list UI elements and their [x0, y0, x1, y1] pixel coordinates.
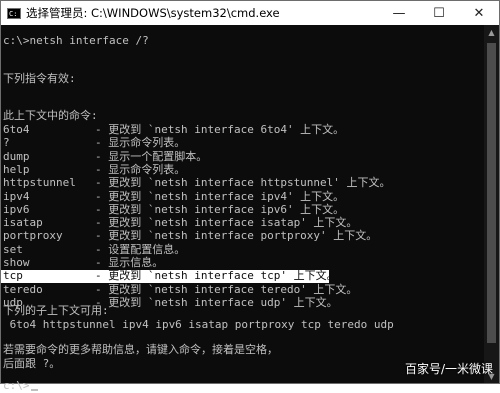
command-name: httpstunnel [3, 176, 76, 189]
command-name: ipv4 [3, 190, 30, 203]
command-name: dump [3, 150, 30, 163]
console-line-prompt-2: c:\> [3, 379, 38, 393]
vertical-scrollbar[interactable]: ▲ ▼ [484, 25, 499, 383]
command-description: - 显示命令列表。 [95, 163, 186, 176]
cmd-window: C: 选择管理员: C:\WINDOWS\system32\cmd.exe — … [0, 0, 500, 392]
console-output[interactable]: c:\>netsh interface /? 下列指令有效: 此上下文中的命令:… [1, 25, 485, 392]
command-name: portproxy [3, 229, 63, 242]
command-row[interactable]: httpstunnel - 更改到 `netsh interface httpst… [3, 176, 391, 190]
console-heading-subcontexts: 下列的子上下文可用: [3, 304, 109, 317]
command-row[interactable]: isatap - 更改到 `netsh interface isatap' 上下文… [3, 216, 357, 230]
command-description: - 更改到 `netsh interface udp' 上下文。 [95, 296, 338, 309]
command-description: - 更改到 `netsh interface ipv6' 上下文。 [95, 203, 345, 216]
command-description: - 更改到 `netsh interface 6to4' 上下文。 [95, 123, 345, 136]
command-name: teredo [3, 283, 43, 296]
window-controls: — ☐ ✕ [379, 1, 499, 25]
command-description: - 更改到 `netsh interface httpstunnel' 上下文。 [95, 176, 391, 189]
command-row[interactable]: ? - 显示命令列表。 [3, 136, 185, 150]
console-help-line-1: 若需要命令的更多帮助信息，请键入命令，接着是空格， [3, 343, 278, 356]
console-heading-commands: 此上下文中的命令: [3, 109, 98, 122]
command-name: show [3, 256, 30, 269]
command-row[interactable]: dump - 显示一个配置脚本。 [3, 150, 207, 164]
command-row[interactable]: ipv6 - 更改到 `netsh interface ipv6' 上下文。 [3, 203, 344, 217]
title-bar[interactable]: C: 选择管理员: C:\WINDOWS\system32\cmd.exe — … [1, 1, 499, 25]
prompt-text: c:\> [3, 379, 30, 392]
command-description: - 更改到 `netsh interface tcp' 上下文。 [95, 269, 338, 282]
window-title: 选择管理员: C:\WINDOWS\system32\cmd.exe [26, 6, 280, 20]
command-name: set [3, 243, 23, 256]
command-description: - 更改到 `netsh interface portproxy' 上下文。 [95, 229, 378, 242]
command-description: - 显示信息。 [95, 256, 164, 269]
minimize-button[interactable]: — [379, 1, 419, 25]
console-help-line-2: 后面跟 ?。 [3, 357, 61, 370]
close-button[interactable]: ✕ [459, 1, 499, 25]
command-row[interactable]: tcp - 更改到 `netsh interface tcp' 上下文。 [3, 269, 338, 283]
scrollbar-thumb[interactable] [487, 43, 496, 343]
command-name: ? [3, 136, 10, 149]
command-name: tcp [3, 269, 23, 282]
text-cursor [30, 389, 38, 391]
console-heading-valid: 下列指令有效: [3, 72, 76, 85]
maximize-button[interactable]: ☐ [419, 1, 459, 25]
cmd-icon: C: [7, 7, 21, 19]
command-row[interactable]: ipv4 - 更改到 `netsh interface ipv4' 上下文。 [3, 190, 344, 204]
command-description: - 更改到 `netsh interface ipv4' 上下文。 [95, 190, 345, 203]
command-description: - 显示命令列表。 [95, 136, 186, 149]
command-row[interactable]: 6to4 - 更改到 `netsh interface 6to4' 上下文。 [3, 123, 344, 137]
command-name: isatap [3, 216, 43, 229]
command-row[interactable]: set - 设置配置信息。 [3, 243, 185, 257]
command-name: help [3, 163, 30, 176]
command-name: ipv6 [3, 203, 30, 216]
command-row[interactable]: portproxy - 更改到 `netsh interface portprox… [3, 229, 377, 243]
command-row[interactable]: show - 显示信息。 [3, 256, 163, 270]
command-row[interactable]: help - 显示命令列表。 [3, 163, 185, 177]
command-description: - 显示一个配置脚本。 [95, 150, 208, 163]
command-name: 6to4 [3, 123, 30, 136]
command-description: - 设置配置信息。 [95, 243, 186, 256]
command-row[interactable]: teredo - 更改到 `netsh interface teredo' 上下文… [3, 283, 357, 297]
command-description: - 更改到 `netsh interface isatap' 上下文。 [95, 216, 358, 229]
watermark: 百家号/一米微课 [404, 362, 493, 376]
command-description: - 更改到 `netsh interface teredo' 上下文。 [95, 283, 358, 296]
console-line-prompt: c:\>netsh interface /? [3, 34, 149, 47]
console-subcontext-list: 6to4 httpstunnel ipv4 ipv6 isatap portpr… [3, 318, 394, 331]
scroll-up-icon[interactable]: ▲ [484, 25, 499, 39]
